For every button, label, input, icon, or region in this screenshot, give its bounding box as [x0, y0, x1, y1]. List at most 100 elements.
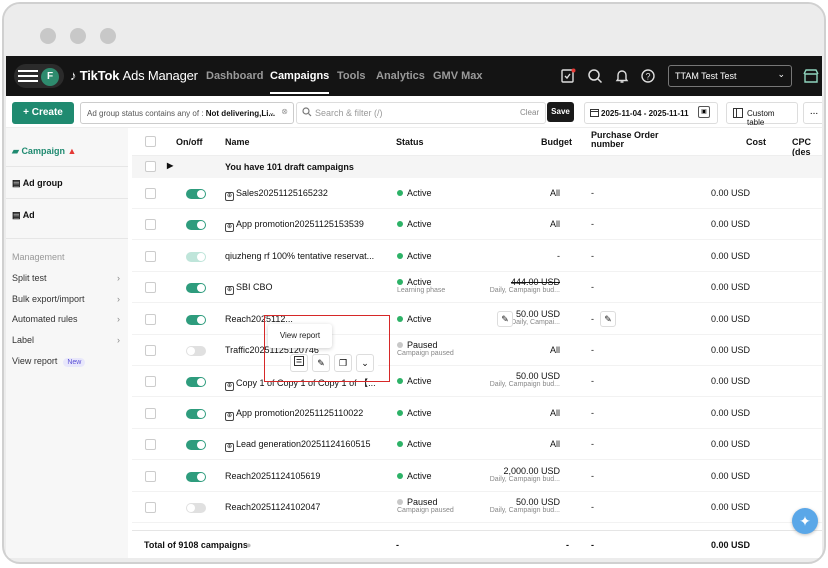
- column-cpc[interactable]: CPC (des: [792, 137, 822, 157]
- sidebar-item-label: Automated rules: [12, 314, 78, 324]
- campaign-toggle[interactable]: [186, 471, 206, 482]
- more-options-button[interactable]: ...: [803, 102, 822, 124]
- sidebar-item-split-test[interactable]: Split test ›: [12, 273, 120, 283]
- help-icon[interactable]: ?: [640, 68, 656, 84]
- campaign-name-cell[interactable]: ⊕ SBI CBO: [225, 282, 375, 296]
- draft-campaigns-row[interactable]: ▶ You have 101 draft campaigns: [132, 156, 822, 178]
- table-row[interactable]: ⊕ Lead generation20251124160515 Active All -…: [132, 429, 822, 461]
- bell-icon[interactable]: [614, 68, 630, 84]
- save-button[interactable]: Save: [547, 102, 574, 122]
- nav-campaigns[interactable]: Campaigns: [270, 70, 330, 94]
- sidebar-item-ad-group[interactable]: ▤ Ad group: [12, 178, 63, 189]
- column-onoff[interactable]: On/off: [176, 137, 203, 147]
- new-badge: New: [63, 358, 86, 367]
- hamburger-icon[interactable]: [18, 67, 38, 85]
- budget-value: All: [549, 345, 560, 355]
- campaign-toggle[interactable]: [186, 251, 206, 262]
- campaign-name-cell[interactable]: qiuzheng rf 100% tentative reservat...: [225, 251, 375, 261]
- edit-budget-icon[interactable]: ✎: [497, 310, 513, 327]
- table-row[interactable]: Reach20251124105619 Active 2,000.00 USD Dai…: [132, 461, 822, 492]
- assistant-sparkle-icon[interactable]: ✦: [792, 508, 818, 534]
- sidebar-item-label: Label: [12, 335, 35, 345]
- sidebar-item-ad[interactable]: ▤ Ad: [12, 210, 35, 221]
- campaign-name-cell[interactable]: ⊕ Sales20251125165232: [225, 188, 375, 201]
- tasks-icon[interactable]: [560, 68, 576, 84]
- clear-button[interactable]: Clear: [520, 108, 539, 117]
- table-row[interactable]: ⊕ Sales20251125165232 Active All - 0.00 USD: [132, 178, 822, 209]
- table-row[interactable]: ⊕ SBI CBO Active Learning phase 444.00 USD Da…: [132, 272, 822, 304]
- campaign-toggle[interactable]: [186, 440, 206, 451]
- search-icon[interactable]: [587, 68, 603, 84]
- campaign-name-cell[interactable]: Reach20251124105619: [225, 471, 375, 481]
- column-name[interactable]: Name: [225, 137, 250, 147]
- status-subtext: Campaign paused: [397, 507, 454, 514]
- row-checkbox[interactable]: [145, 470, 156, 482]
- nav-gmv-max[interactable]: GMV Max: [433, 70, 483, 82]
- table-row[interactable]: ⊕ App promotion20251125153539 Active All - 0.…: [132, 209, 822, 241]
- table-row[interactable]: ⊕ Copy 1 of Copy 1 of Copy 1 of 【... Activ…: [132, 366, 822, 398]
- caret-right-icon[interactable]: ▶: [167, 161, 173, 170]
- campaign-name-cell[interactable]: Reach20251124102047: [225, 502, 375, 512]
- sidebar-item-automated-rules[interactable]: Automated rules ›: [12, 314, 120, 324]
- app-logo[interactable]: ♪ TikTok Ads Manager: [70, 68, 198, 83]
- nav-dashboard[interactable]: Dashboard: [206, 70, 263, 82]
- campaign-toggle[interactable]: [186, 283, 206, 294]
- row-checkbox[interactable]: [145, 188, 156, 199]
- cost-cell: 0.00 USD: [710, 470, 750, 481]
- avatar[interactable]: F: [41, 68, 59, 86]
- info-icon[interactable]: ●: [246, 540, 251, 550]
- column-purchase-order[interactable]: Purchase Order number: [591, 131, 691, 149]
- campaign-toggle[interactable]: [186, 314, 206, 325]
- nav-tools[interactable]: Tools: [337, 70, 366, 82]
- campaign-toggle[interactable]: [186, 408, 206, 419]
- sidebar-item-label-menu[interactable]: Label ›: [12, 335, 120, 345]
- campaign-toggle[interactable]: [186, 503, 206, 513]
- row-checkbox[interactable]: [145, 313, 156, 325]
- column-budget[interactable]: Budget: [541, 137, 572, 147]
- sidebar-item-bulk-export[interactable]: Bulk export/import ›: [12, 294, 120, 304]
- store-icon[interactable]: [803, 68, 819, 84]
- campaign-name-cell[interactable]: ⊕ Lead generation20251124160515: [225, 439, 375, 453]
- campaign-name-cell[interactable]: ⊕ App promotion20251125110022: [225, 408, 375, 421]
- sidebar-item-view-report[interactable]: View report New: [12, 356, 120, 367]
- window-minimize-dot[interactable]: [70, 28, 86, 44]
- search-input[interactable]: Search & filter (/): [296, 102, 546, 124]
- status-dot-icon: [397, 499, 403, 505]
- table-row[interactable]: Traffic20251125120746 Paused Campaign paus…: [132, 335, 822, 366]
- account-selector[interactable]: TTAM Test Test ⌄: [668, 65, 792, 87]
- create-button[interactable]: + Create: [12, 102, 74, 124]
- window-close-dot[interactable]: [40, 28, 56, 44]
- nav-analytics[interactable]: Analytics: [376, 70, 425, 82]
- row-checkbox[interactable]: [145, 407, 156, 419]
- row-checkbox[interactable]: [145, 502, 156, 513]
- status-filter-chip[interactable]: Ad group status contains any of : Not de…: [80, 102, 294, 124]
- column-status[interactable]: Status: [396, 137, 424, 147]
- clear-filter-icon[interactable]: ⊗: [281, 107, 288, 116]
- campaign-toggle[interactable]: [186, 377, 206, 388]
- row-checkbox[interactable]: [145, 439, 156, 451]
- campaign-toggle[interactable]: [186, 189, 206, 199]
- row-checkbox[interactable]: [145, 250, 156, 262]
- row-checkbox[interactable]: [145, 345, 156, 356]
- table-row[interactable]: ⊕ App promotion20251125110022 Active All - 0.…: [132, 398, 822, 429]
- compare-icon[interactable]: ▣: [698, 106, 710, 118]
- sidebar-item-campaign[interactable]: ▰ Campaign ▲: [12, 146, 76, 157]
- edit-purchase-order-icon[interactable]: ✎: [600, 310, 616, 327]
- table-row[interactable]: qiuzheng rf 100% tentative reservat... Ac…: [132, 241, 822, 272]
- custom-table-button[interactable]: Custom table: [726, 102, 798, 127]
- table-row[interactable]: Reach2025112... Active 50.00 USD Daily, Cam…: [132, 304, 822, 335]
- chevron-down-icon[interactable]: ⌄: [268, 108, 275, 117]
- status-dot-icon: [397, 279, 403, 286]
- row-checkbox[interactable]: [145, 219, 156, 231]
- window-maximize-dot[interactable]: [100, 28, 116, 44]
- cost-cell: 0.00 USD: [710, 282, 750, 293]
- campaign-name-cell[interactable]: ⊕ App promotion20251125153539: [225, 219, 375, 233]
- table-row[interactable]: Reach20251124102047 Paused Campaign paused…: [132, 492, 822, 523]
- row-checkbox[interactable]: [145, 282, 156, 294]
- column-cost[interactable]: Cost: [746, 137, 766, 147]
- campaign-toggle[interactable]: [186, 346, 206, 356]
- row-checkbox[interactable]: [145, 376, 156, 388]
- campaign-toggle[interactable]: [186, 220, 206, 231]
- select-all-checkbox[interactable]: [145, 136, 156, 147]
- draft-checkbox[interactable]: [145, 161, 156, 172]
